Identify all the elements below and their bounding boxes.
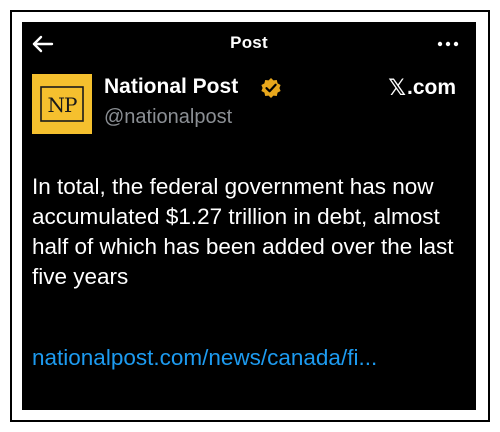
site-domain: .com — [406, 76, 456, 99]
author-name[interactable]: National Post — [104, 75, 238, 99]
national-post-logo-icon: NP — [32, 74, 92, 134]
author-handle[interactable]: @nationalpost — [104, 106, 232, 129]
top-bar: Post — [22, 22, 476, 66]
post-text: In total, the federal government has now… — [32, 174, 454, 289]
avatar[interactable]: NP — [32, 74, 92, 134]
avatar-text: NP — [48, 93, 78, 117]
more-options-button[interactable] — [434, 32, 462, 56]
more-horizontal-icon — [437, 41, 459, 47]
x-com-label: 𝕏 .com — [388, 75, 456, 101]
verified-badge-icon — [261, 78, 281, 98]
post-link[interactable]: nationalpost.com/news/canada/fi... — [32, 345, 462, 371]
post-screen: Post NP National Post @nationalpost 𝕏 .co… — [22, 22, 476, 410]
x-logo-icon: 𝕏 — [388, 75, 406, 100]
page-title: Post — [230, 33, 268, 52]
